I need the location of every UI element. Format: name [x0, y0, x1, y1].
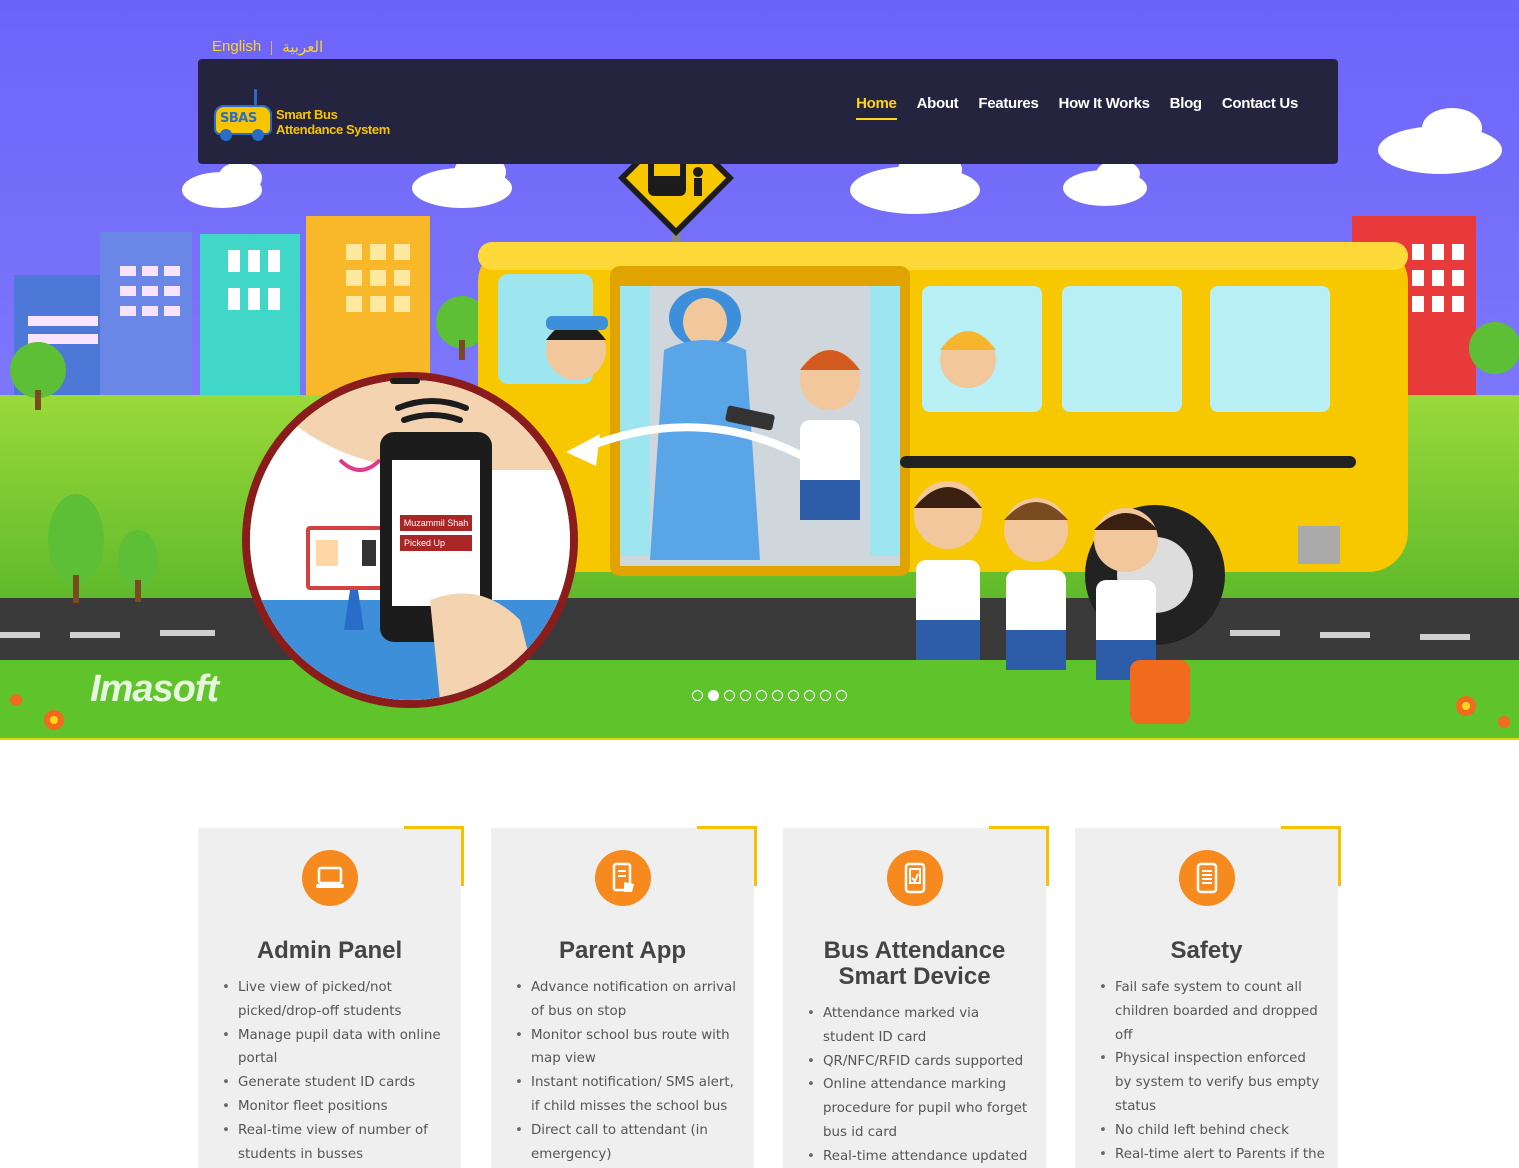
feature-item: Generate student ID cards — [220, 1071, 449, 1095]
feature-list: Live view of picked/not picked/drop-off … — [220, 976, 449, 1166]
card-title: Admin Panel — [256, 937, 403, 964]
feature-card-smart-device: Bus Attendance Smart Device Attendance m… — [783, 826, 1049, 1168]
card-corner-accent — [404, 826, 464, 886]
logo-name-line1: Smart Bus — [276, 107, 338, 122]
primary-menu: Home About Features How It Works Blog Co… — [856, 95, 1298, 120]
logo-wheel — [252, 129, 264, 141]
slide-dot[interactable] — [772, 690, 783, 701]
nav-contact-us[interactable]: Contact Us — [1222, 95, 1298, 120]
card-title: Parent App — [558, 937, 687, 964]
card-corner-accent — [989, 826, 1049, 886]
nav-features[interactable]: Features — [978, 95, 1038, 120]
feature-item: Monitor school bus route with map view — [513, 1024, 742, 1072]
nav-home[interactable]: Home — [856, 95, 898, 120]
feature-item: Instant notification/ SMS alert, if chil… — [513, 1071, 742, 1119]
feature-item: QR/NFC/RFID cards supported — [805, 1050, 1034, 1074]
slide-dot[interactable] — [692, 690, 703, 701]
main-navbar: SBAS Smart Bus Attendance System Home Ab… — [198, 59, 1338, 164]
card-title: Bus Attendance Smart Device — [823, 937, 1006, 990]
hero-slider: Muzammil Shah Picked Up Imasoft English … — [0, 0, 1519, 740]
feature-item: Live view of picked/not picked/drop-off … — [220, 976, 449, 1024]
feature-item: Online attendance marking procedure for … — [805, 1073, 1034, 1144]
phone-app-icon — [594, 850, 651, 906]
logo-badge-text: SBAS — [220, 111, 257, 126]
logo-antenna — [254, 89, 257, 105]
slide-dot[interactable] — [836, 690, 847, 701]
site-logo[interactable]: SBAS Smart Bus Attendance System — [214, 89, 394, 141]
lang-english-link[interactable]: English — [212, 38, 261, 56]
laptop-icon — [301, 850, 358, 906]
language-switcher: English العربية — [212, 38, 323, 56]
feature-item: Manage pupil data with online portal — [220, 1024, 449, 1072]
slide-dot[interactable] — [804, 690, 815, 701]
nav-how-it-works[interactable]: How It Works — [1059, 95, 1150, 120]
slide-dot[interactable] — [788, 690, 799, 701]
feature-item: Real-time alert to Parents if the — [1097, 1143, 1326, 1167]
feature-item: Physical inspection enforced by system t… — [1097, 1047, 1326, 1118]
feature-card-admin-panel: Admin Panel Live view of picked/not pick… — [198, 826, 464, 1168]
slide-dot[interactable] — [820, 690, 831, 701]
phone-student-name: Muzammil Shah — [400, 515, 472, 531]
logo-name: Smart Bus Attendance System — [276, 107, 390, 137]
slider-pagination — [692, 690, 847, 701]
logo-wheel — [220, 129, 232, 141]
logo-name-line2: Attendance System — [276, 122, 390, 137]
feature-item: No child left behind check — [1097, 1119, 1326, 1143]
feature-card-parent-app: Parent App Advance notification on arriv… — [491, 826, 757, 1168]
feature-item: Real-time view of number of students in … — [220, 1119, 449, 1167]
nav-blog[interactable]: Blog — [1170, 95, 1202, 120]
feature-item: Real-time attendance updated — [805, 1145, 1034, 1168]
feature-list: Attendance marked via student ID card QR… — [805, 1002, 1034, 1168]
feature-item: Fail safe system to count all children b… — [1097, 976, 1326, 1047]
feature-item: Direct call to attendant (in emergency) — [513, 1119, 742, 1167]
slide-dot-active[interactable] — [708, 690, 719, 701]
feature-item: Advance notification on arrival of bus o… — [513, 976, 742, 1024]
device-safety-icon — [1178, 850, 1235, 906]
feature-item: Attendance marked via student ID card — [805, 1002, 1034, 1050]
hero-bottom-border — [0, 738, 1519, 740]
nav-about[interactable]: About — [917, 95, 959, 120]
feature-item: Monitor fleet positions — [220, 1095, 449, 1119]
slide-dot[interactable] — [740, 690, 751, 701]
card-corner-accent — [1281, 826, 1341, 886]
imasoft-watermark: Imasoft — [90, 668, 219, 710]
phone-pickup-status: Picked Up — [400, 535, 472, 551]
card-title: Safety — [1170, 937, 1243, 964]
feature-list: Advance notification on arrival of bus o… — [513, 976, 742, 1166]
slide-dot[interactable] — [724, 690, 735, 701]
slide-dot[interactable] — [756, 690, 767, 701]
feature-list: Fail safe system to count all children b… — [1097, 976, 1326, 1166]
features-section: Admin Panel Live view of picked/not pick… — [198, 826, 1341, 1168]
lang-divider — [271, 41, 273, 55]
lang-arabic-link[interactable]: العربية — [282, 38, 323, 56]
feature-card-safety: Safety Fail safe system to count all chi… — [1075, 826, 1341, 1168]
smart-device-icon — [886, 850, 943, 906]
card-corner-accent — [697, 826, 757, 886]
